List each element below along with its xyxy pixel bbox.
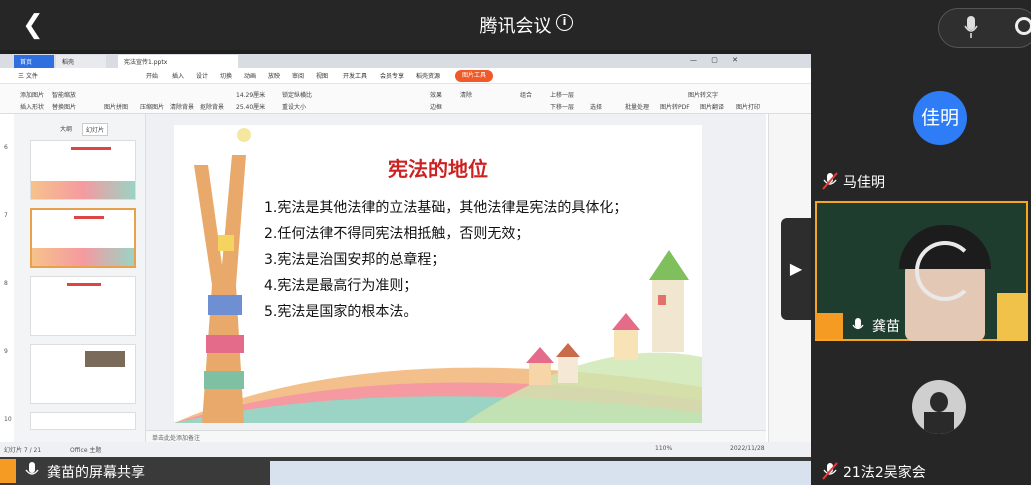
thumb-number: 6: [4, 144, 8, 151]
meeting-title: 腾讯会议: [479, 16, 552, 37]
participant-avatar[interactable]: 佳明: [913, 91, 967, 145]
ribbon-image-puzzle[interactable]: 图片拼图: [104, 102, 128, 111]
menu-transition[interactable]: 切换: [220, 71, 232, 80]
menu-review[interactable]: 审阅: [292, 71, 304, 80]
ribbon-batch[interactable]: 批量处理: [625, 102, 649, 111]
microphone-icon: [25, 462, 39, 475]
menu-bar: [0, 68, 811, 84]
sharer-avatar: [0, 459, 16, 483]
screen-share-label: 龚苗的屏幕共享: [47, 465, 145, 481]
microphone-icon[interactable]: [964, 16, 978, 38]
ribbon-send-backward[interactable]: 下移一层: [550, 102, 574, 111]
thumb-number: 7: [4, 212, 8, 219]
ribbon-image-translate[interactable]: 图片翻译: [700, 102, 724, 111]
slide-thumbnail[interactable]: [30, 344, 136, 404]
participant-avatar-small: [815, 313, 843, 339]
thumb-number: 10: [4, 416, 12, 423]
participant-name: 21法2吴家会: [843, 465, 926, 481]
ribbon-image-to-text[interactable]: 图片转文字: [688, 90, 718, 99]
slide-text-line: 4.宪法是最高行为准则；: [264, 278, 418, 294]
slide-counter: 幻灯片 7 / 21: [4, 447, 42, 454]
participant-video-tile[interactable]: [815, 201, 1028, 341]
menu-home[interactable]: 开始: [146, 71, 158, 80]
info-icon[interactable]: i: [556, 14, 573, 31]
camera-toggle-icon[interactable]: [1015, 17, 1031, 35]
menu-file[interactable]: 三 文件: [18, 71, 38, 80]
lock-ratio-checkbox[interactable]: 锁定纵横比: [282, 90, 312, 99]
slide-thumbnail[interactable]: [30, 276, 136, 336]
slide-text-line: 5.宪法是国家的根本法。: [264, 304, 418, 320]
muted-mic-icon: [822, 462, 838, 480]
size-height-field[interactable]: 25.40厘米: [236, 102, 265, 111]
menu-view[interactable]: 视图: [316, 71, 328, 80]
slide-text-line: 3.宪法是治国安邦的总章程；: [264, 252, 446, 268]
windows-taskbar: [270, 461, 811, 485]
menu-design[interactable]: 设计: [196, 71, 208, 80]
shared-screen: 首页 稻壳 宪法宣传1.pptx — ▢ ✕ 三 文件 开始 插入 设计 切换 …: [0, 54, 811, 457]
menu-animation[interactable]: 动画: [244, 71, 256, 80]
participant-name: 龚苗: [872, 319, 900, 335]
ribbon-cutout-bg[interactable]: 抠除背景: [200, 102, 224, 111]
menu-slideshow[interactable]: 放映: [268, 71, 280, 80]
ribbon-clear-bg[interactable]: 清除背景: [170, 102, 194, 111]
size-width-field[interactable]: 14.29厘米: [236, 90, 265, 99]
ribbon-effects[interactable]: 效果: [430, 90, 442, 99]
menu-docer-resources[interactable]: 稻壳资源: [416, 71, 440, 80]
ribbon-border[interactable]: 边框: [430, 102, 442, 111]
tab-docer[interactable]: 稻壳: [56, 55, 106, 68]
notes-field[interactable]: 单击此处添加备注: [146, 430, 766, 442]
participant-name: 马佳明: [843, 175, 885, 191]
ribbon-select[interactable]: 选择: [590, 102, 602, 111]
slide-thumbnail[interactable]: [30, 140, 136, 200]
ribbon-smart-zoom[interactable]: 智能缩放: [52, 90, 76, 99]
window-controls[interactable]: — ▢ ✕: [690, 56, 744, 64]
ribbon-insert-shape[interactable]: 插入形状: [20, 102, 44, 111]
tab-home[interactable]: 首页: [14, 55, 54, 68]
slide-title: 宪法的地位: [388, 157, 488, 181]
tab-ppt-file[interactable]: 宪法宣传1.pptx: [118, 55, 238, 68]
ribbon-bring-forward[interactable]: 上移一层: [550, 90, 574, 99]
reset-size-button[interactable]: 重设大小: [282, 102, 306, 111]
ribbon-group[interactable]: 组合: [520, 90, 532, 99]
ribbon-image-to-pdf[interactable]: 图片转PDF: [660, 102, 690, 111]
theme-name: Office 主题: [70, 447, 102, 454]
date-readout: 2022/11/28: [730, 445, 765, 452]
slide-text-line: 2.任何法律不得同宪法相抵触，否则无效；: [264, 226, 530, 242]
ribbon-clear[interactable]: 清除: [460, 90, 472, 99]
ribbon-image-print[interactable]: 图片打印: [736, 102, 760, 111]
collapse-panel-icon[interactable]: ▶: [781, 218, 811, 320]
thumb-number: 8: [4, 280, 8, 287]
thumb-number: 9: [4, 348, 8, 355]
slide-thumbnail-selected[interactable]: [30, 208, 136, 268]
slide-text-line: 1.宪法是其他法律的立法基础，其他法律是宪法的具体化；: [264, 200, 628, 216]
slides-tab[interactable]: 幻灯片: [82, 123, 109, 136]
menu-member[interactable]: 会员专享: [380, 71, 404, 80]
status-bar: 幻灯片 7 / 21 Office 主题 110% 2022/11/28: [0, 442, 811, 457]
muted-mic-icon: [822, 172, 838, 190]
ribbon-compress[interactable]: 压缩图片: [140, 102, 164, 111]
tab-image-tools[interactable]: 图片工具: [455, 70, 493, 82]
microphone-icon: [852, 318, 864, 330]
zoom-level[interactable]: 110%: [655, 445, 672, 452]
ribbon-replace-image[interactable]: 替换图片: [52, 102, 76, 111]
current-slide[interactable]: 宪法的地位 1.宪法是其他法律的立法基础，其他法律是宪法的具体化； 2.任何法律…: [174, 125, 702, 423]
participant-avatar[interactable]: [912, 380, 966, 434]
menu-developer[interactable]: 开发工具: [343, 71, 367, 80]
outline-tab[interactable]: 大纲: [60, 124, 72, 133]
menu-insert[interactable]: 插入: [172, 71, 184, 80]
slide-thumbnail[interactable]: [30, 412, 136, 430]
ribbon-add-image[interactable]: 添加图片: [20, 90, 44, 99]
